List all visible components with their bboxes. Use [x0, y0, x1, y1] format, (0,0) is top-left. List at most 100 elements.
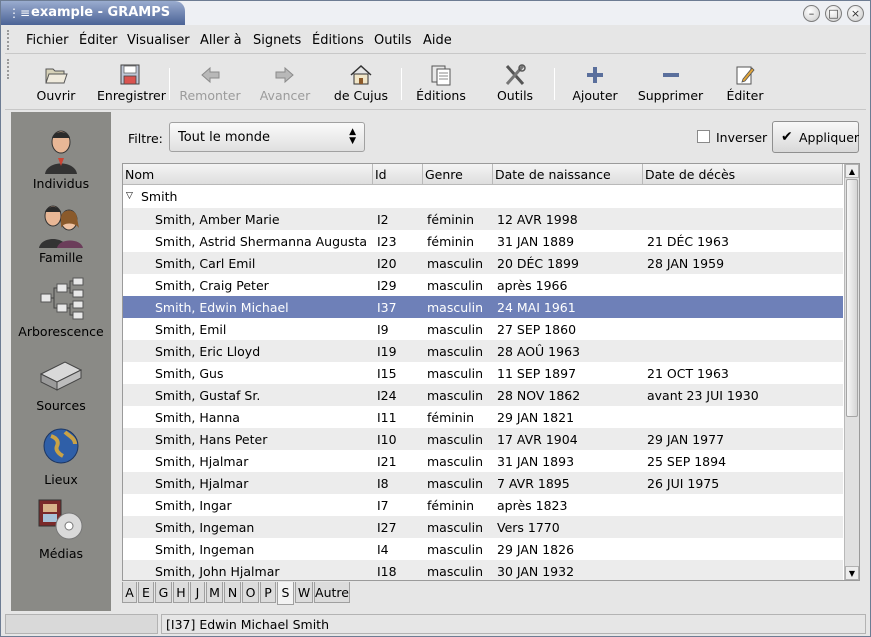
cell-gender: masculin [427, 454, 484, 469]
letter-tab[interactable]: E [138, 582, 154, 603]
letter-tab[interactable]: Autre [314, 582, 350, 603]
table-row[interactable]: Smith, Gustaf Sr. I24 masculin 28 NOV 1862 a… [123, 384, 843, 406]
menu-bar: Fichier Éditer Visualiser Aller à Signet… [5, 27, 866, 54]
menu-signets[interactable]: Signets [253, 33, 301, 48]
invert-checkbox[interactable] [697, 130, 710, 143]
folder-open-icon [45, 68, 68, 84]
letter-tab[interactable]: H [173, 582, 189, 603]
forward-button[interactable]: Avancer [255, 56, 315, 110]
apply-button[interactable]: ✔ Appliquer [772, 121, 859, 153]
column-header-nom[interactable]: Nom [123, 164, 373, 185]
cell-gender: masculin [427, 542, 484, 557]
delete-button[interactable]: Supprimer [633, 56, 708, 110]
table-row[interactable]: Smith, Ingar I7 féminin après 1823 [123, 494, 843, 516]
letter-tab[interactable]: A [122, 582, 137, 603]
table-row[interactable]: Smith, Hjalmar I21 masculin 31 JAN 1893 25 S… [123, 450, 843, 472]
cell-birth: après 1966 [497, 278, 568, 293]
sidebar-item-medias[interactable]: Médias [11, 494, 111, 568]
sidebar-item-famille[interactable]: Famille [11, 198, 111, 272]
table-row[interactable]: Smith, Ingeman I4 masculin 29 JAN 1826 [123, 538, 843, 560]
menu-editer[interactable]: Éditer [79, 33, 118, 48]
menu-outils[interactable]: Outils [374, 33, 412, 48]
scroll-up-icon[interactable]: ▲ [845, 164, 859, 178]
column-header-id[interactable]: Id [373, 164, 423, 185]
cell-id: I4 [377, 542, 389, 557]
column-header-birth[interactable]: Date de naissance [493, 164, 643, 185]
table-row[interactable]: Smith, Hjalmar I8 masculin 7 AVR 1895 26 JUI… [123, 472, 843, 494]
cell-id: I18 [377, 564, 397, 579]
letter-tab[interactable]: P [260, 582, 276, 603]
table-row[interactable]: Smith, Edwin Michael I37 masculin 24 MAI 19… [123, 296, 843, 318]
table-row[interactable]: Smith, Carl Emil I20 masculin 20 DÉC 1899 28… [123, 252, 843, 274]
sidebar-item-arborescence[interactable]: Arborescence [11, 272, 111, 346]
close-button[interactable]: × [847, 5, 864, 22]
cell-gender: féminin [427, 234, 475, 249]
cell-gender: masculin [427, 476, 484, 491]
minimize-button[interactable]: – [803, 5, 820, 22]
menu-fichier[interactable]: Fichier [26, 33, 69, 48]
toolbar-handle[interactable] [7, 59, 11, 79]
table-row[interactable]: Smith, Amber Marie I2 féminin 12 AVR 1998 [123, 208, 843, 230]
letter-tab[interactable]: J [190, 582, 205, 603]
menu-visualiser[interactable]: Visualiser [127, 33, 190, 48]
sidebar-item-sources[interactable]: Sources [11, 346, 111, 420]
column-header-genre[interactable]: Genre [423, 164, 493, 185]
sidebar-item-lieux[interactable]: Lieux [11, 420, 111, 494]
menu-aide[interactable]: Aide [423, 33, 452, 48]
letter-tab[interactable]: W [295, 582, 313, 603]
cell-name: Smith, Hanna [155, 410, 240, 425]
table-row[interactable]: Smith, Astrid Shermanna Augusta I23 fémini… [123, 230, 843, 252]
cell-id: I29 [377, 278, 397, 293]
vertical-scrollbar[interactable]: ▲ ▼ [844, 164, 859, 580]
table-row[interactable]: Smith, Ingeman I27 masculin Vers 1770 [123, 516, 843, 538]
table-row[interactable]: Smith, Hanna I11 féminin 29 JAN 1821 [123, 406, 843, 428]
home-person-button[interactable]: de Cujus [331, 56, 391, 110]
scrollbar-thumb[interactable] [846, 179, 858, 417]
letter-tab[interactable]: O [242, 582, 259, 603]
table-row[interactable]: Smith, John Hjalmar I18 masculin 30 JAN 193… [123, 560, 843, 580]
app-menu-icon[interactable]: ⋮≡ [8, 6, 30, 20]
letter-tab[interactable]: N [224, 582, 241, 603]
letter-tab[interactable]: S [277, 582, 294, 605]
table-row[interactable]: Smith, Hans Peter I10 masculin 17 AVR 1904 2… [123, 428, 843, 450]
cell-birth: 31 JAN 1893 [497, 454, 575, 469]
cell-birth: 29 JAN 1826 [497, 542, 575, 557]
tools-button[interactable]: Outils [485, 56, 545, 110]
open-button[interactable]: Ouvrir [27, 56, 85, 110]
column-header-death[interactable]: Date de décès [643, 164, 843, 185]
letter-tab[interactable]: G [155, 582, 172, 603]
cell-gender: masculin [427, 520, 484, 535]
window-title: example - GRAMPS [31, 5, 171, 20]
table-row[interactable]: Smith, Craig Peter I29 masculin après 1966 [123, 274, 843, 296]
table-row[interactable]: Smith, Gus I15 masculin 11 SEP 1897 21 OCT 1… [123, 362, 843, 384]
cell-id: I11 [377, 410, 397, 425]
edit-button[interactable]: Éditer [717, 56, 773, 110]
sidebar-item-individus[interactable]: Individus [11, 124, 111, 198]
expander-triangle-icon[interactable]: ▽ [126, 191, 133, 201]
cell-gender: masculin [427, 564, 484, 579]
add-button[interactable]: Ajouter [565, 56, 625, 110]
table-row[interactable]: Smith, Eric Lloyd I19 masculin 28 AOÛ 1963 [123, 340, 843, 362]
cell-gender: masculin [427, 322, 484, 337]
table-row[interactable]: Smith, Emil I9 masculin 27 SEP 1860 [123, 318, 843, 340]
menu-editions[interactable]: Éditions [312, 33, 364, 48]
cell-name: Smith, Gustaf Sr. [155, 388, 261, 403]
save-button[interactable]: Enregistrer [97, 56, 166, 110]
title-tab: ⋮≡ example - GRAMPS [1, 1, 185, 25]
group-row-smith[interactable]: ▽ Smith [123, 186, 843, 208]
cell-death: 28 JAN 1959 [647, 256, 725, 271]
letter-tab[interactable]: M [206, 582, 223, 603]
reports-button[interactable]: Éditions [411, 56, 471, 110]
back-button[interactable]: Remonter [177, 56, 243, 110]
maximize-button[interactable]: □ [825, 5, 842, 22]
cell-birth: 12 AVR 1998 [497, 212, 578, 227]
title-bar: ⋮≡ example - GRAMPS – □ × [1, 1, 870, 25]
media-icon [38, 499, 83, 540]
cell-birth: 20 DÉC 1899 [497, 256, 579, 271]
scroll-down-icon[interactable]: ▼ [845, 566, 859, 580]
menubar-handle[interactable] [7, 30, 11, 50]
cell-name: Smith, Emil [155, 322, 227, 337]
filter-select[interactable]: Tout le monde ▲ ▼ [169, 122, 365, 152]
filter-label: Filtre: [128, 131, 163, 146]
menu-aller-a[interactable]: Aller à [200, 33, 242, 48]
